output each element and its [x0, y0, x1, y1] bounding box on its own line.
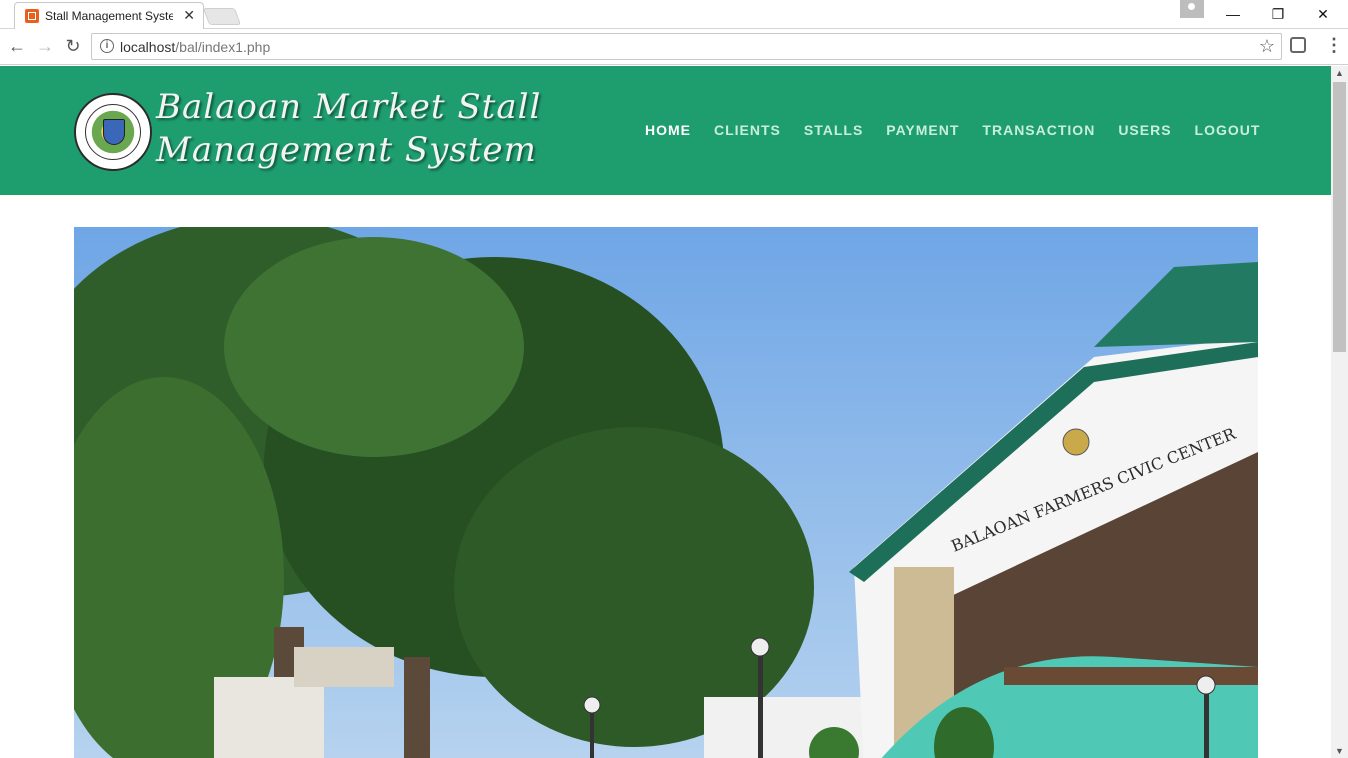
profile-icon[interactable] — [1180, 0, 1204, 18]
address-bar[interactable]: i localhost/bal/index1.php ☆ — [91, 33, 1282, 60]
civic-center-photo: BALAOAN FARMERS CIVIC CENTER — [74, 227, 1258, 758]
nav-transaction[interactable]: TRANSACTION — [982, 122, 1095, 138]
scroll-down-arrow-icon[interactable]: ▼ — [1335, 746, 1344, 756]
nav-home[interactable]: HOME — [645, 122, 691, 138]
bookmark-star-icon[interactable]: ☆ — [1259, 36, 1275, 57]
close-tab-icon[interactable]: ✕ — [183, 7, 195, 24]
nav-users[interactable]: USERS — [1118, 122, 1171, 138]
nav-clients[interactable]: CLIENTS — [714, 122, 781, 138]
url-text: localhost/bal/index1.php — [120, 39, 271, 55]
page-scrollbar[interactable]: ▲ ▼ — [1331, 66, 1348, 758]
browser-menu-icon[interactable]: ⋮ — [1325, 35, 1343, 56]
minimize-icon[interactable]: — — [1210, 0, 1256, 28]
back-icon[interactable]: ← — [7, 36, 27, 56]
site-header: Balaoan Market Stall Management System H… — [0, 66, 1331, 195]
nav-payment[interactable]: PAYMENT — [886, 122, 959, 138]
municipal-seal-logo — [74, 93, 152, 171]
reload-icon[interactable]: ↻ — [63, 36, 83, 56]
info-icon[interactable]: i — [100, 39, 114, 53]
close-window-icon[interactable]: ✕ — [1300, 0, 1346, 28]
browser-toolbar: ← → ↻ i localhost/bal/index1.php ☆ ⋮ — [0, 29, 1348, 65]
page-viewport: Balaoan Market Stall Management System H… — [0, 66, 1331, 758]
site-title: Balaoan Market Stall Management System — [156, 87, 542, 170]
restore-icon[interactable]: ❐ — [1255, 0, 1301, 28]
nav-stalls[interactable]: STALLS — [804, 122, 863, 138]
tab-title: Stall Management System — [45, 9, 173, 23]
main-nav: HOME CLIENTS STALLS PAYMENT TRANSACTION … — [645, 122, 1283, 138]
extension-icon[interactable] — [1290, 37, 1306, 53]
xampp-favicon-icon — [25, 9, 39, 23]
scrollbar-thumb[interactable] — [1333, 82, 1346, 352]
browser-tab-bar: Stall Management System ✕ — ❐ ✕ — [0, 0, 1348, 29]
forward-icon[interactable]: → — [35, 36, 55, 56]
browser-tab[interactable]: Stall Management System ✕ — [14, 2, 204, 29]
hero-image: BALAOAN FARMERS CIVIC CENTER — [74, 227, 1258, 758]
nav-logout[interactable]: LOGOUT — [1195, 122, 1261, 138]
scroll-up-arrow-icon[interactable]: ▲ — [1335, 68, 1344, 78]
new-tab-button[interactable] — [202, 8, 242, 25]
